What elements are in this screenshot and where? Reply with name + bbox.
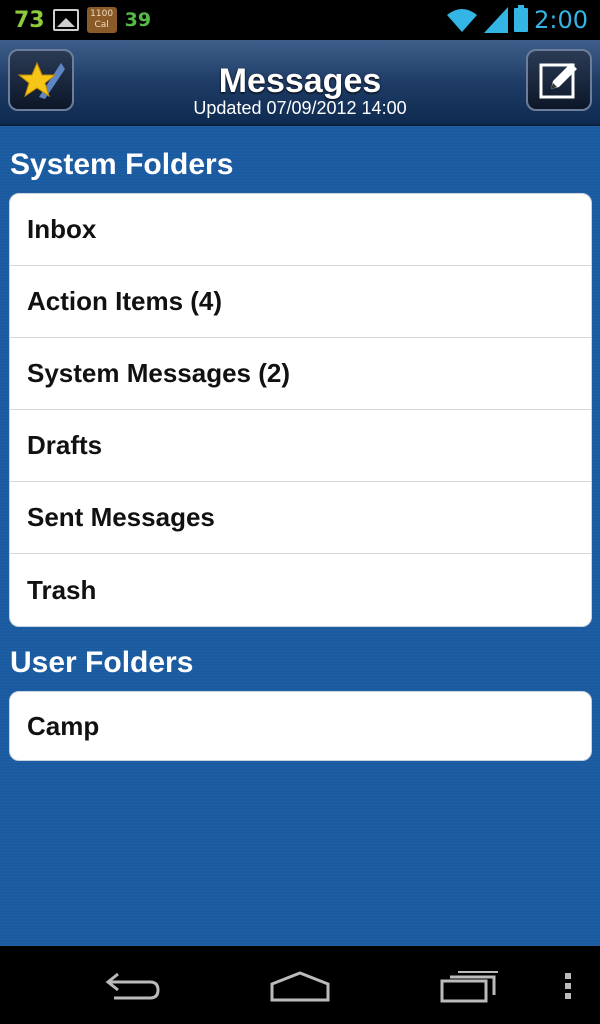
back-button[interactable] — [100, 964, 166, 1008]
page-title: Messages — [218, 62, 382, 100]
menu-button[interactable] — [556, 964, 580, 1008]
wifi-icon — [447, 9, 478, 32]
folder-system-messages[interactable]: System Messages (2) — [10, 338, 591, 410]
status-bar-right: 2:00 — [446, 4, 588, 36]
home-icon — [270, 971, 330, 1002]
calorie-badge-icon: 1100 Cal — [86, 7, 117, 33]
compose-icon — [539, 63, 577, 99]
folder-inbox[interactable]: Inbox — [10, 194, 591, 266]
signal-icon — [484, 7, 509, 33]
last-updated-text: Updated 07/09/2012 14:00 — [193, 98, 407, 118]
app-header: Messages Updated 07/09/2012 14:00 — [0, 40, 600, 126]
folder-trash[interactable]: Trash — [10, 554, 591, 626]
compose-button[interactable] — [526, 49, 592, 111]
folder-camp[interactable]: Camp — [10, 692, 591, 760]
user-folders-list: Camp — [9, 691, 592, 761]
folder-sent-messages[interactable]: Sent Messages — [10, 482, 591, 554]
system-folders-list: Inbox Action Items (4) System Messages (… — [9, 193, 592, 627]
home-button[interactable] — [266, 964, 334, 1008]
notification-number-left: 73 — [14, 7, 45, 33]
gallery-icon — [52, 9, 79, 31]
folder-drafts[interactable]: Drafts — [10, 410, 591, 482]
back-icon — [105, 972, 160, 1000]
recent-apps-button[interactable] — [436, 964, 502, 1008]
navigation-bar — [0, 946, 600, 1024]
menu-icon — [565, 973, 571, 999]
calorie-badge-value: 1100 — [90, 9, 114, 19]
battery-icon — [514, 5, 529, 32]
status-bar: 73 1100 Cal 39 2:00 — [0, 0, 600, 40]
notification-number-right: 39 — [124, 9, 152, 31]
recent-apps-icon — [440, 971, 498, 1003]
calorie-badge-unit: Cal — [94, 20, 109, 30]
folder-action-items[interactable]: Action Items (4) — [10, 266, 591, 338]
status-bar-left: 73 1100 Cal 39 — [14, 6, 151, 34]
folders-screen: System Folders Inbox Action Items (4) Sy… — [0, 126, 600, 946]
clock: 2:00 — [534, 6, 588, 34]
system-folders-heading: System Folders — [10, 148, 234, 181]
user-folders-heading: User Folders — [10, 646, 194, 679]
